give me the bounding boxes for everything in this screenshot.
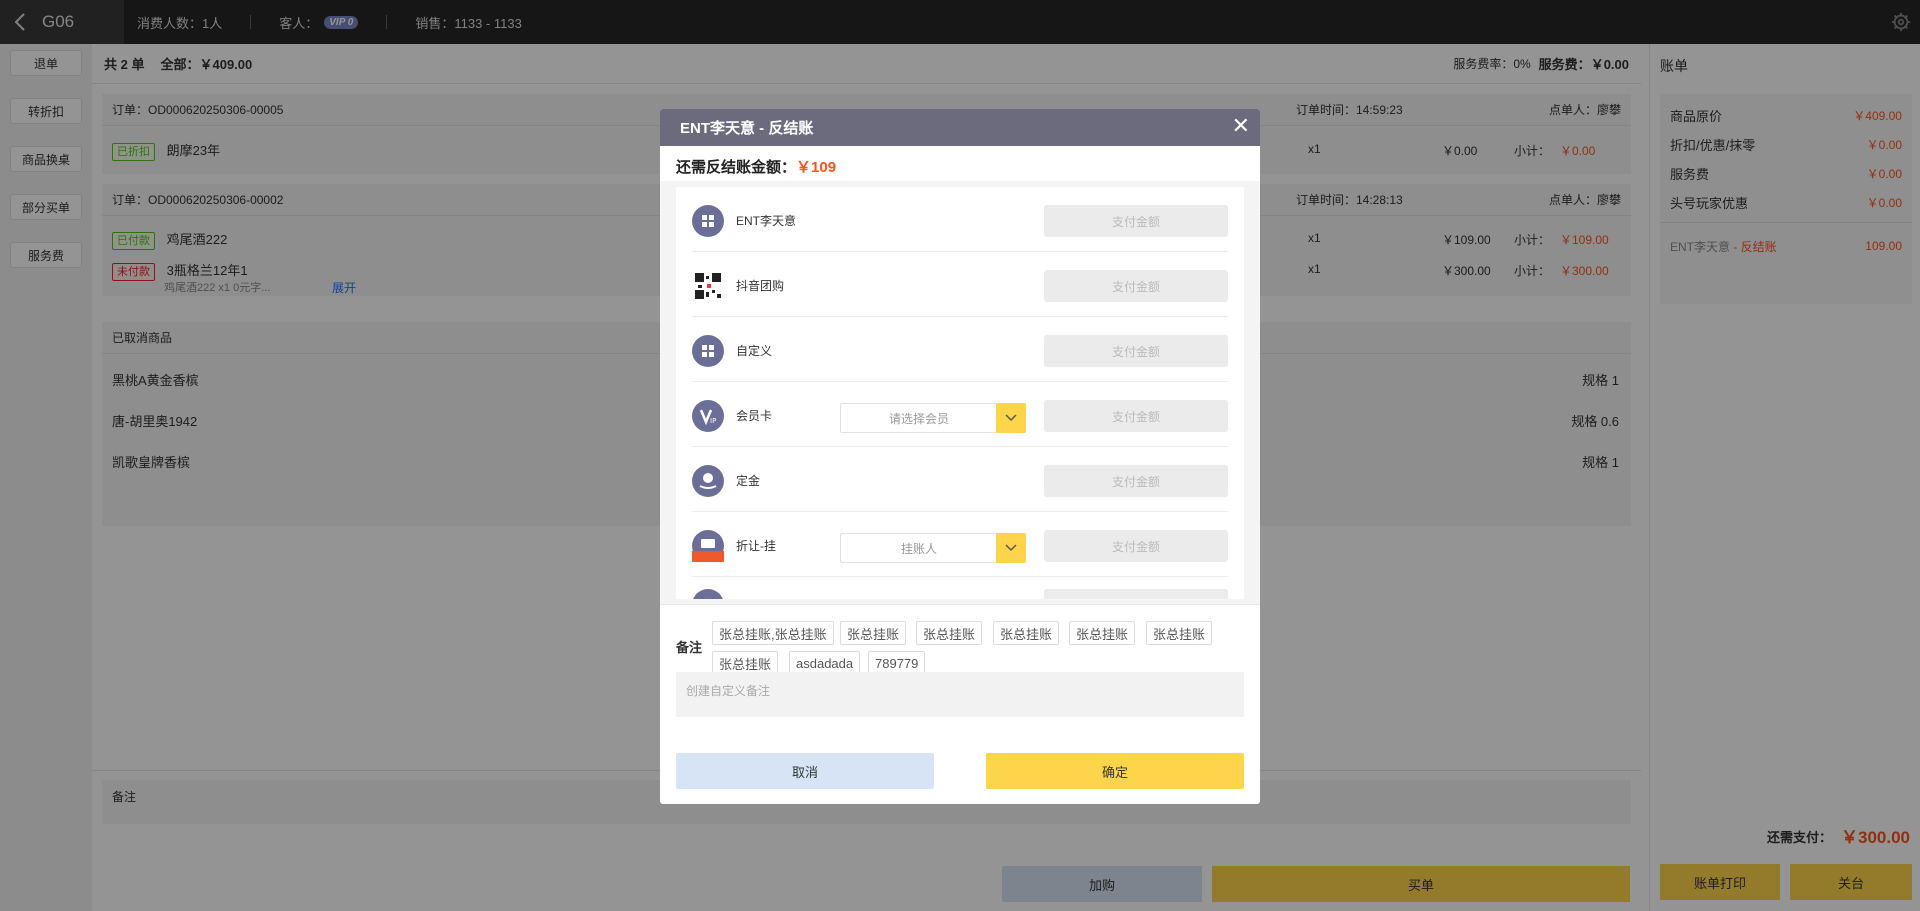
deposit-icon xyxy=(692,465,724,497)
apps-icon xyxy=(692,205,724,237)
payment-method-row: 定金 支付金额 xyxy=(692,447,1228,512)
note-tag[interactable]: 张总挂账 xyxy=(916,621,983,645)
vip-icon: IP xyxy=(692,400,724,432)
reverse-due-value: ￥109 xyxy=(796,159,837,176)
payment-method-name: 自定义 xyxy=(736,344,773,358)
note-tag[interactable]: 张总挂账 xyxy=(840,621,907,645)
payment-amount-input[interactable]: 支付金额 xyxy=(1044,465,1228,497)
note-tag[interactable]: 张总挂账,张总挂账 xyxy=(712,621,834,645)
payment-method-list: ENT李天意 支付金额 抖音团购 支付金额 自定义 支付金额 IP 会员卡 请选… xyxy=(676,187,1244,599)
chevron-down-icon[interactable] xyxy=(996,533,1026,563)
svg-text:IP: IP xyxy=(710,417,716,425)
member-select[interactable]: 请选择会员 xyxy=(840,403,1026,433)
note-tag[interactable]: 张总挂账 xyxy=(1069,621,1136,645)
payment-amount-input[interactable]: 支付金额 xyxy=(1044,205,1228,237)
dialog-title: ENT李天意 - 反结账 xyxy=(680,120,814,137)
reverse-due-label: 还需反结账金额： xyxy=(676,159,797,176)
payment-method-name: 折让-挂 xyxy=(736,539,776,553)
apps-icon xyxy=(692,335,724,367)
payment-method-row: ENT李天意 支付金额 xyxy=(692,187,1228,252)
note-label: 备注 xyxy=(676,640,703,655)
payment-method-name: ENT李天意 xyxy=(736,214,797,228)
custom-note-input[interactable]: 创建自定义备注 xyxy=(676,672,1244,717)
cancel-button[interactable]: 取消 xyxy=(676,753,934,789)
payment-method-row: 自定义 支付金额 xyxy=(692,317,1228,382)
payment-amount-input[interactable]: 支付金额 xyxy=(1044,270,1228,302)
payment-amount-input[interactable]: 支付金额 xyxy=(1044,335,1228,367)
chevron-down-icon[interactable] xyxy=(996,403,1026,433)
payment-method-row: 抖音团购 支付金额 xyxy=(692,252,1228,317)
reverse-due: 还需反结账金额：￥109 xyxy=(676,156,836,177)
payment-method-name: 会员卡 xyxy=(736,409,773,423)
close-icon[interactable]: ✕ xyxy=(1232,115,1250,137)
payment-amount-input[interactable]: 支付金额 xyxy=(1044,530,1228,562)
note-tag[interactable]: 张总挂账 xyxy=(993,621,1060,645)
payment-method-row xyxy=(692,577,1228,599)
payment-amount-input[interactable]: 支付金额 xyxy=(1044,400,1228,432)
credit-person-select[interactable]: 挂账人 xyxy=(840,533,1026,563)
qrcode-icon xyxy=(692,270,724,302)
ticket-icon xyxy=(692,530,724,562)
reverse-checkout-dialog: ENT李天意 - 反结账 ✕ 还需反结账金额：￥109 ENT李天意 支付金额 … xyxy=(660,109,1260,804)
note-tag[interactable]: 张总挂账 xyxy=(1146,621,1213,645)
payment-method-name: 定金 xyxy=(736,474,761,488)
payment-method-name: 抖音团购 xyxy=(736,279,785,293)
payment-method-row: IP 会员卡 请选择会员 支付金额 xyxy=(692,382,1228,447)
confirm-button[interactable]: 确定 xyxy=(986,753,1244,789)
dialog-header: ENT李天意 - 反结账 ✕ xyxy=(660,109,1260,146)
payment-method-row: 折让-挂 挂账人 支付金额 xyxy=(692,512,1228,577)
